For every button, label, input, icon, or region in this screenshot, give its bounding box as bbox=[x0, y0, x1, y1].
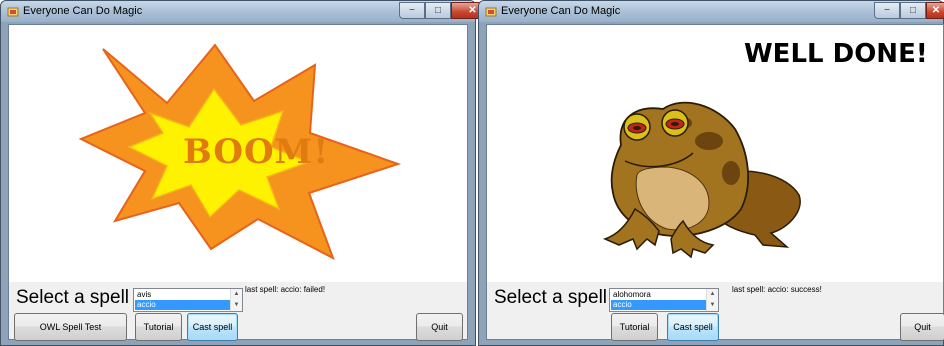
spell-listbox[interactable]: avis accio ▲ ▼ bbox=[133, 288, 243, 312]
listbox-scrollbar[interactable]: ▲ ▼ bbox=[706, 289, 718, 311]
boom-text: BOOM! bbox=[183, 132, 330, 172]
cast-spell-button[interactable]: Cast spell bbox=[187, 313, 238, 341]
tutorial-button[interactable]: Tutorial bbox=[135, 313, 182, 341]
minimize-button[interactable]: − bbox=[874, 2, 900, 19]
minimize-icon: − bbox=[884, 5, 890, 16]
app-icon bbox=[7, 7, 19, 17]
minimize-icon: − bbox=[409, 5, 415, 16]
scroll-up-icon[interactable]: ▲ bbox=[707, 289, 718, 300]
spell-listbox[interactable]: alohomora accio ▲ ▼ bbox=[609, 288, 719, 312]
spell-list-item[interactable]: avis bbox=[135, 290, 230, 300]
hypnotoad-image bbox=[602, 101, 801, 259]
app-window-2: Everyone Can Do Magic − □ ✕ WELL DONE! S… bbox=[478, 0, 944, 346]
window-title: Everyone Can Do Magic bbox=[501, 5, 621, 17]
quit-button[interactable]: Quit bbox=[900, 313, 944, 341]
last-spell-status: last spell: accio: failed! bbox=[245, 285, 326, 294]
window-client: BOOM! Select a spell avis accio ▲ ▼ last… bbox=[8, 24, 468, 341]
title-bar[interactable]: Everyone Can Do Magic − □ ✕ bbox=[479, 1, 944, 22]
spell-list-item-selected[interactable]: accio bbox=[611, 300, 706, 310]
tutorial-button[interactable]: Tutorial bbox=[611, 313, 658, 341]
minimize-button[interactable]: − bbox=[399, 2, 425, 19]
last-spell-status: last spell: accio: success! bbox=[732, 285, 822, 294]
app-window-1: Everyone Can Do Magic − □ ✕ BOOM! Select… bbox=[0, 0, 494, 346]
window-title: Everyone Can Do Magic bbox=[23, 5, 143, 17]
picture-box: WELL DONE! bbox=[487, 25, 943, 282]
maximize-button[interactable]: □ bbox=[900, 2, 926, 19]
window-client: WELL DONE! Select a spell alohomora acci… bbox=[486, 24, 944, 341]
scroll-down-icon[interactable]: ▼ bbox=[231, 300, 242, 311]
scroll-up-icon[interactable]: ▲ bbox=[231, 289, 242, 300]
spell-list-item[interactable]: alohomora bbox=[611, 290, 706, 300]
app-icon bbox=[485, 7, 497, 17]
control-panel: Select a spell avis accio ▲ ▼ last spell… bbox=[9, 282, 467, 341]
quit-button[interactable]: Quit bbox=[416, 313, 463, 341]
spell-list-item-selected[interactable]: accio bbox=[135, 300, 230, 310]
maximize-icon: □ bbox=[909, 5, 917, 16]
close-icon: ✕ bbox=[931, 5, 941, 16]
maximize-icon: □ bbox=[434, 5, 442, 16]
scroll-down-icon[interactable]: ▼ bbox=[707, 300, 718, 311]
close-icon: ✕ bbox=[468, 5, 477, 16]
maximize-button[interactable]: □ bbox=[425, 2, 451, 19]
select-spell-label: Select a spell bbox=[16, 287, 130, 308]
title-bar[interactable]: Everyone Can Do Magic − □ ✕ bbox=[1, 1, 494, 22]
select-spell-label: Select a spell bbox=[494, 287, 608, 308]
control-panel: Select a spell alohomora accio ▲ ▼ last … bbox=[487, 282, 944, 341]
cast-spell-button[interactable]: Cast spell bbox=[667, 313, 719, 341]
picture-box: BOOM! bbox=[9, 25, 467, 282]
owl-spell-test-button[interactable]: OWL Spell Test bbox=[14, 313, 127, 341]
close-button[interactable]: ✕ bbox=[926, 2, 944, 19]
caption-buttons: − □ ✕ bbox=[874, 2, 944, 19]
listbox-scrollbar[interactable]: ▲ ▼ bbox=[230, 289, 242, 311]
